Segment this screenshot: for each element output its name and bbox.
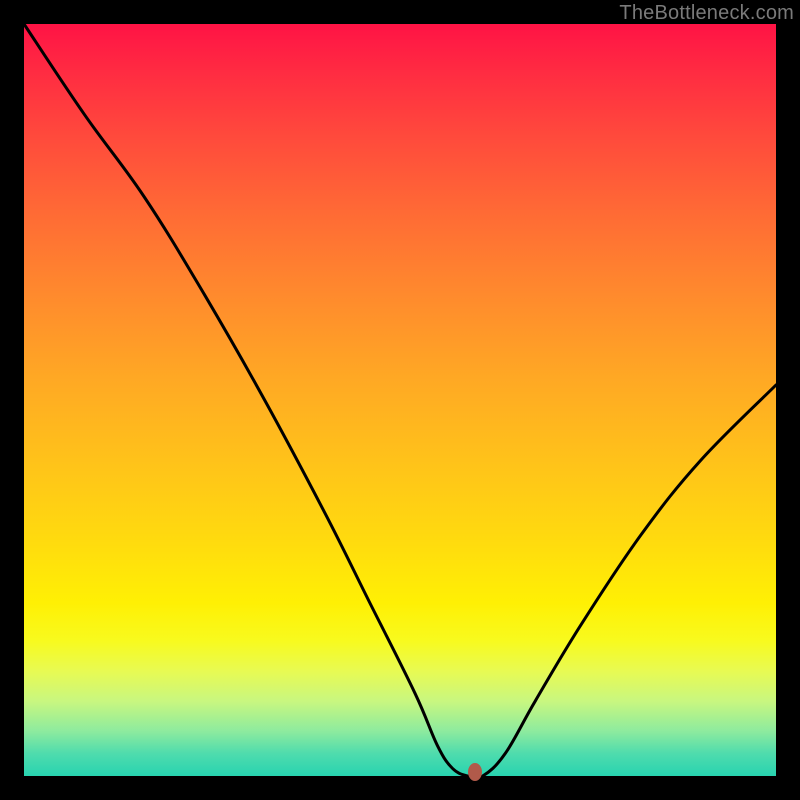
- chart-frame: TheBottleneck.com: [0, 0, 800, 800]
- plot-area: [24, 24, 776, 776]
- watermark-text: TheBottleneck.com: [619, 2, 794, 25]
- optimum-marker: [468, 763, 482, 781]
- series-path: [24, 24, 776, 778]
- bottleneck-curve: [24, 24, 776, 776]
